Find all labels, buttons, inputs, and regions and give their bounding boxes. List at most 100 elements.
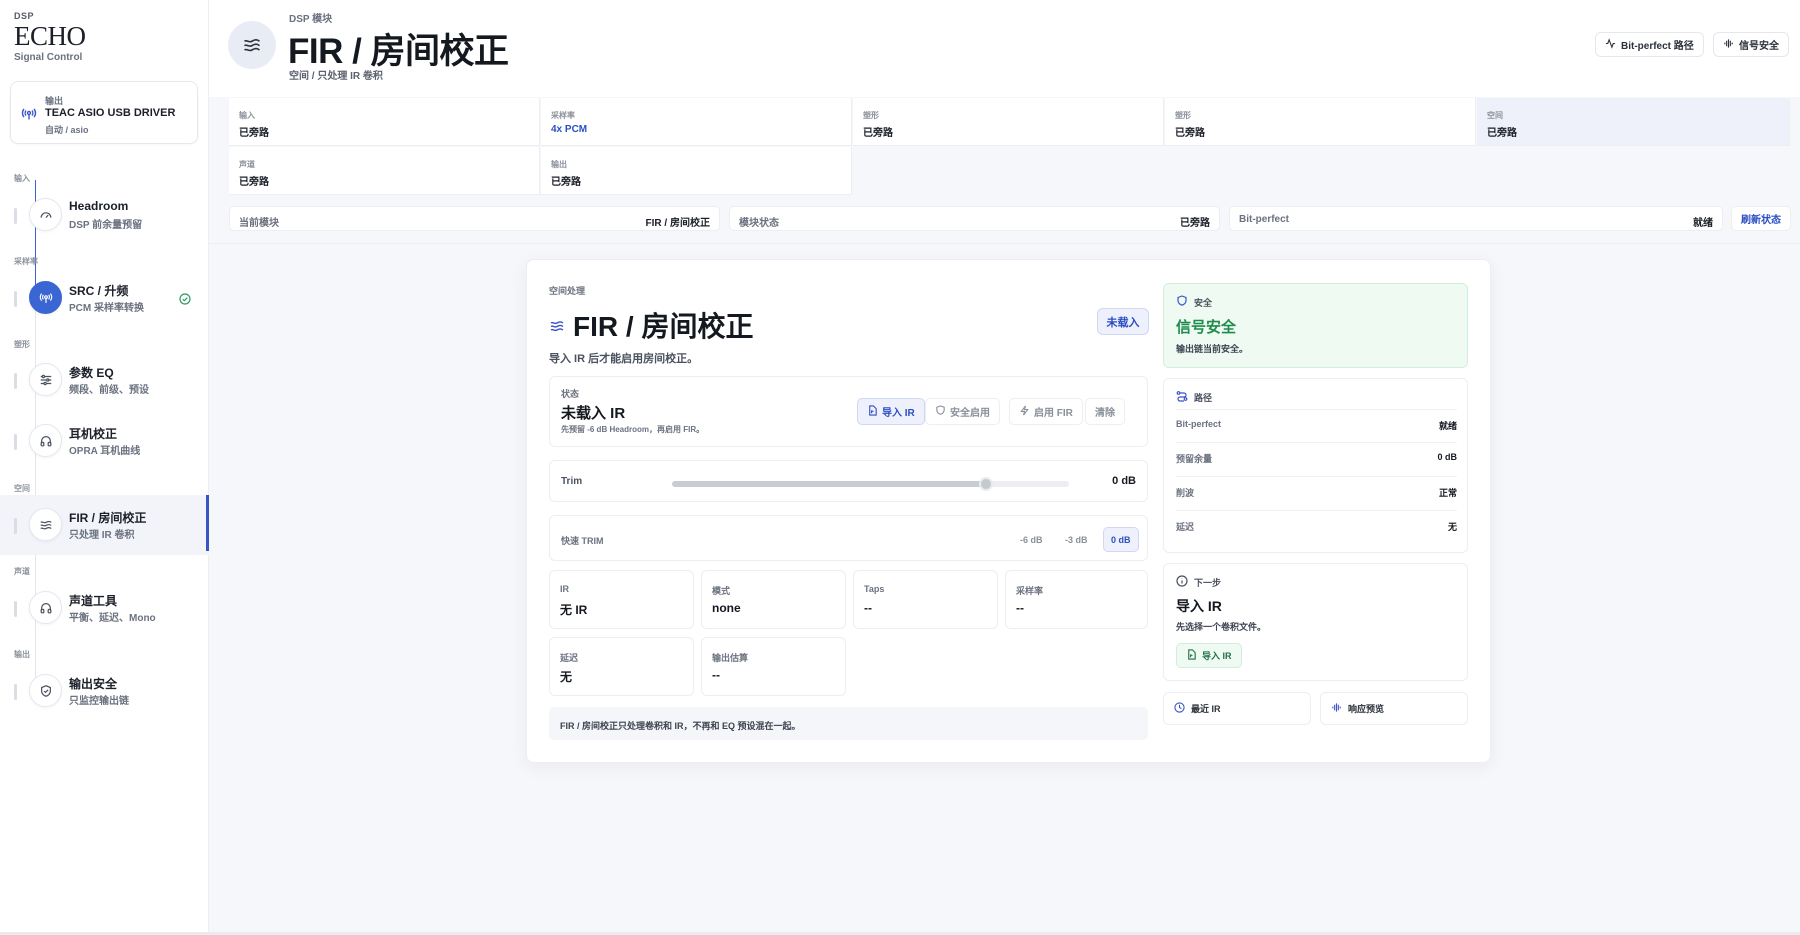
next-step-label-text: 下一步 — [1194, 577, 1222, 588]
sidebar-item-title: 参数 EQ — [69, 366, 114, 380]
sidebar-item-headroom[interactable]: Headroom DSP 前余量预留 — [0, 185, 209, 245]
button-label: 导入 IR — [1202, 651, 1232, 661]
card-title: FIR / 房间校正 — [549, 305, 753, 345]
next-step-panel: 下一步 导入 IR 先选择一个卷积文件。 导入 IR — [1163, 563, 1468, 681]
status-key: 当前模块 — [239, 218, 279, 229]
cell-label: 输入 — [239, 111, 255, 120]
audio-wave-icon — [1723, 38, 1734, 52]
bitperfect-path-button[interactable]: Bit-perfect 路径 — [1595, 32, 1704, 57]
trim-slider-fill — [672, 481, 986, 487]
enable-fir-button[interactable]: 启用 FIR — [1009, 398, 1083, 425]
section-label-shaping: 塑形 — [14, 340, 30, 349]
status-value: 就绪 — [1693, 218, 1713, 229]
safety-label: 安全 — [1176, 295, 1212, 309]
path-value: 正常 — [1438, 488, 1457, 498]
sidebar-item-output-safety[interactable]: 输出安全 只监控输出链 — [0, 661, 209, 721]
info-tile-samplerate: 采样率 -- — [1005, 570, 1148, 629]
trim-slider[interactable] — [672, 477, 1069, 491]
device-name: TEAC ASIO USB DRIVER — [45, 107, 176, 119]
path-value: 就绪 — [1438, 421, 1457, 431]
recent-ir-button[interactable]: 最近 IR — [1163, 692, 1311, 725]
trim-panel: Trim 0 dB — [549, 460, 1148, 502]
sidebar: DSP ECHO Signal Control 输出 TEAC ASIO USB… — [0, 0, 209, 935]
info-tile-taps: Taps -- — [853, 570, 998, 629]
nav-bar — [14, 518, 17, 534]
info-tile-ir: IR 无 IR — [549, 570, 694, 629]
path-key: 削波 — [1176, 488, 1195, 498]
cell-label: 空间 — [1487, 111, 1503, 120]
response-preview-button[interactable]: 响应预览 — [1320, 692, 1468, 725]
path-key: 预留余量 — [1176, 454, 1213, 464]
sidebar-item-sub: 只监控输出链 — [69, 696, 129, 707]
activity-icon — [1605, 37, 1616, 52]
path-label: 路径 — [1176, 390, 1212, 404]
path-row: 削波 正常 — [1176, 476, 1457, 506]
status-module-state: 模块状态 已旁路 — [729, 206, 1220, 231]
brand: DSP ECHO Signal Control — [14, 11, 86, 63]
active-indicator — [206, 495, 209, 551]
file-audio-icon — [867, 404, 878, 419]
refresh-status-button[interactable]: 刷新状态 — [1731, 206, 1791, 231]
cell-value: 已旁路 — [239, 128, 269, 139]
status-cell: 声道 已旁路 — [229, 147, 540, 195]
waves-icon — [29, 508, 62, 541]
page-subtitle: 空间 / 只处理 IR 卷积 — [289, 71, 383, 82]
trim-label: Trim — [561, 476, 583, 487]
status-cell: 输出 已旁路 — [541, 147, 852, 195]
nav-bar — [14, 684, 17, 700]
path-value: 无 — [1447, 522, 1457, 532]
status-bitperfect: Bit-perfect 就绪 — [1229, 206, 1723, 231]
path-row: 预留余量 0 dB — [1176, 442, 1457, 472]
status-current-module: 当前模块 FIR / 房间校正 — [229, 206, 720, 231]
quick-trim-minus6[interactable]: -6 dB — [1013, 527, 1050, 552]
trim-slider-handle[interactable] — [978, 477, 993, 491]
next-step-desc: 先选择一个卷积文件。 — [1176, 622, 1267, 632]
sidebar-item-title: 输出安全 — [69, 677, 118, 691]
cell-value: 已旁路 — [1487, 128, 1517, 139]
clear-button[interactable]: 清除 — [1085, 398, 1125, 425]
route-icon — [1176, 390, 1188, 404]
cell-value: 4x PCM — [551, 124, 588, 135]
next-import-ir-button[interactable]: 导入 IR — [1176, 643, 1242, 668]
path-row: Bit-perfect 就绪 — [1176, 409, 1457, 439]
status-key: Bit-perfect — [1239, 214, 1290, 225]
card-title-text: FIR / 房间校正 — [573, 311, 754, 342]
audio-wave-icon — [1331, 702, 1342, 715]
quick-trim-label: 快速 TRIM — [561, 536, 604, 546]
fir-module-card: 空间处理 FIR / 房间校正 导入 IR 后才能启用房间校正。 未载入 状态 … — [526, 259, 1491, 763]
divider — [209, 243, 1800, 244]
state-value: 未载入 IR — [561, 405, 626, 422]
status-key: 模块状态 — [739, 218, 779, 229]
ir-state-panel: 状态 未载入 IR 先预留 -6 dB Headroom，再启用 FIR。 导入… — [549, 376, 1148, 447]
sidebar-item-fir[interactable]: FIR / 房间校正 只处理 IR 卷积 — [0, 495, 209, 555]
button-label: 清除 — [1095, 408, 1115, 419]
status-cell: 输入 已旁路 — [229, 98, 540, 146]
import-ir-button[interactable]: 导入 IR — [857, 398, 925, 425]
safe-enable-button[interactable]: 安全启用 — [925, 398, 1000, 425]
sidebar-item-channel[interactable]: 声道工具 平衡、延迟、Mono — [0, 578, 209, 638]
quick-trim-minus3[interactable]: -3 dB — [1058, 527, 1095, 552]
sidebar-item-headphone[interactable]: 耳机校正 OPRA 耳机曲线 — [0, 411, 209, 471]
sidebar-item-title: 耳机校正 — [69, 427, 118, 441]
button-label: 响应预览 — [1348, 704, 1385, 714]
next-step-label: 下一步 — [1176, 575, 1221, 589]
state-hint: 先预留 -6 dB Headroom，再启用 FIR。 — [561, 425, 705, 434]
sidebar-item-src[interactable]: SRC / 升频 PCM 采样率转换 — [0, 268, 209, 328]
brand-title: ECHO — [14, 21, 86, 51]
tile-label: IR — [560, 584, 569, 594]
shield-icon — [1176, 295, 1188, 309]
signal-safe-button[interactable]: 信号安全 — [1713, 32, 1789, 57]
shield-icon — [29, 674, 62, 707]
status-value: FIR / 房间校正 — [645, 218, 710, 229]
safety-label-text: 安全 — [1194, 297, 1213, 308]
sidebar-item-eq[interactable]: 参数 EQ 频段、前级、预设 — [0, 350, 209, 410]
button-label: 安全启用 — [950, 408, 990, 419]
section-label-output: 输出 — [14, 650, 30, 659]
quick-trim-zero[interactable]: 0 dB — [1103, 527, 1139, 552]
sidebar-item-sub: PCM 采样率转换 — [69, 303, 144, 314]
status-cell: 塑形 已旁路 — [1165, 98, 1476, 146]
card-overline: 空间处理 — [549, 286, 586, 296]
output-device-card[interactable]: 输出 TEAC ASIO USB DRIVER 自动 / asio — [10, 81, 198, 144]
module-status-grid: 输入 已旁路 采样率 4x PCM 塑形 已旁路 塑形 已旁路 空间 已旁路 声道 已旁路 … — [229, 98, 1790, 195]
sidebar-item-title: 声道工具 — [69, 594, 118, 608]
